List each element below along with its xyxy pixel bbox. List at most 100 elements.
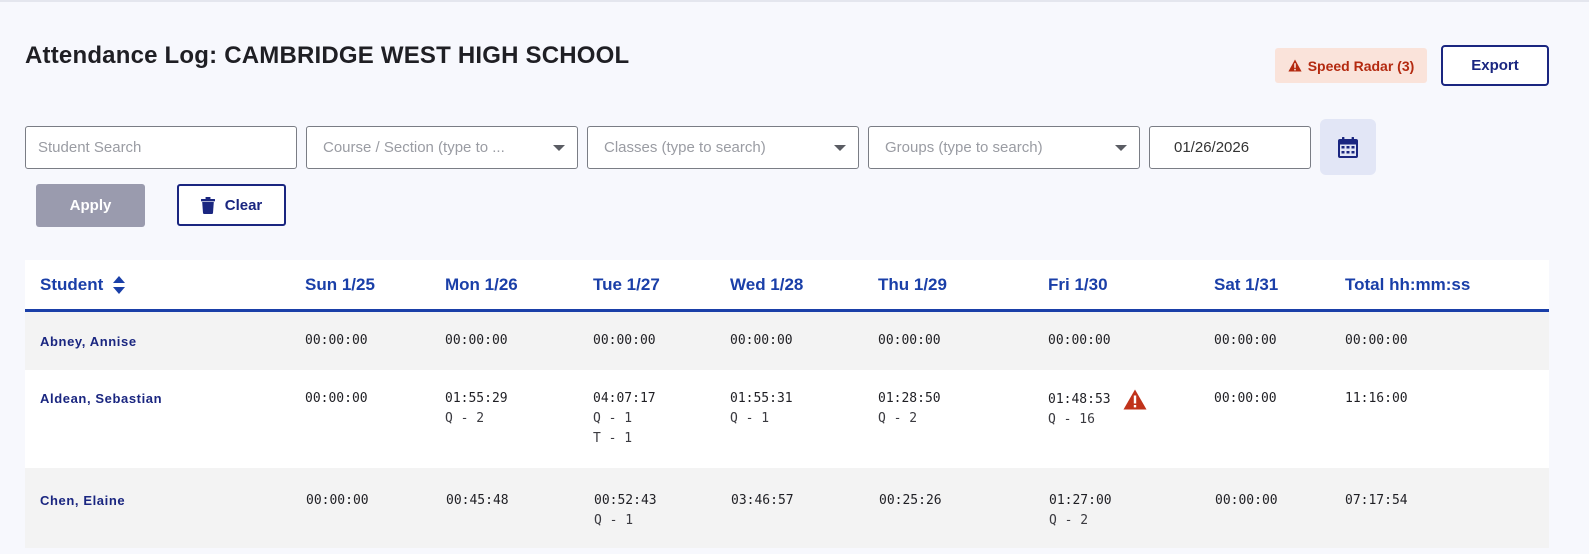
activity-count: Q - 1 — [730, 411, 770, 426]
column-header-fri: Fri 1/30 — [1048, 275, 1108, 294]
column-header-mon: Mon 1/26 — [445, 275, 518, 294]
time-cell: 01:27:00 Q - 2 — [1049, 491, 1112, 531]
time-cell: 00:00:00 — [1215, 491, 1278, 511]
time-value: 00:00:00 — [305, 333, 368, 348]
time-value: 00:45:48 — [446, 493, 509, 508]
time-cell: 00:00:00 — [593, 331, 656, 351]
table-row: Abney, Annise 00:00:00 00:00:00 00:00:00… — [25, 312, 1549, 370]
total-cell: 11:16:00 — [1345, 389, 1408, 409]
student-search-placeholder: Student Search — [38, 139, 142, 156]
total-cell: 07:17:54 — [1345, 491, 1408, 511]
clear-label: Clear — [224, 196, 263, 214]
activity-count: Q - 2 — [878, 411, 918, 426]
apply-button[interactable]: Apply — [36, 184, 145, 227]
activity-count: Q - 16 — [1048, 412, 1095, 427]
time-cell: 00:00:00 — [730, 331, 793, 351]
time-value: 00:52:43 — [594, 493, 657, 508]
student-search-input[interactable]: Student Search — [25, 126, 297, 169]
time-value: 00:00:00 — [730, 333, 793, 348]
time-value: 00:00:00 — [306, 493, 369, 508]
sort-icon — [113, 276, 126, 294]
time-value: 00:00:00 — [878, 333, 941, 348]
time-value: 01:28:50 — [878, 391, 941, 406]
time-cell: 01:28:50 Q - 2 — [878, 389, 941, 429]
time-cell: 03:46:57 — [731, 491, 794, 511]
time-cell: 01:55:31 Q - 1 — [730, 389, 793, 429]
speed-radar-badge[interactable]: Speed Radar (3) — [1275, 48, 1427, 83]
total-value: 11:16:00 — [1345, 391, 1408, 406]
chevron-down-icon — [834, 144, 846, 151]
student-name-link[interactable]: Aldean, Sebastian — [40, 391, 162, 406]
page-title: Attendance Log: CAMBRIDGE WEST HIGH SCHO… — [25, 42, 630, 69]
activity-count: Q - 2 — [1049, 513, 1089, 528]
chevron-down-icon — [1115, 144, 1127, 151]
calendar-button[interactable] — [1320, 119, 1376, 175]
time-cell: 00:25:26 — [879, 491, 942, 511]
time-cell: 00:00:00 — [878, 331, 941, 351]
date-input[interactable]: 01/26/2026 — [1149, 126, 1311, 169]
classes-select[interactable]: Classes (type to search) — [587, 126, 859, 169]
speed-radar-label: Speed Radar (3) — [1307, 57, 1415, 74]
activity-count: Q - 1 — [593, 411, 633, 426]
time-value: 01:48:53 — [1048, 392, 1111, 407]
time-value: 00:00:00 — [305, 391, 368, 406]
attendance-table: Student Sun 1/25 Mon 1/26 Tue 1/27 Wed 1… — [25, 260, 1549, 548]
student-name-link[interactable]: Abney, Annise — [40, 334, 137, 349]
time-value: 00:00:00 — [1048, 333, 1111, 348]
time-cell: 01:55:29 Q - 2 — [445, 389, 508, 429]
clear-button[interactable]: Clear — [177, 184, 286, 226]
column-header-wed: Wed 1/28 — [730, 275, 804, 294]
warning-icon — [1288, 59, 1302, 72]
column-header-sat: Sat 1/31 — [1214, 275, 1279, 294]
table-row: Chen, Elaine 00:00:00 00:45:48 00:52:43 … — [25, 468, 1549, 548]
column-header-total: Total hh:mm:ss — [1345, 275, 1471, 294]
activity-count: T - 1 — [593, 431, 633, 446]
top-divider — [0, 0, 1589, 2]
time-cell: 00:52:43 Q - 1 — [594, 491, 657, 531]
classes-placeholder: Classes (type to search) — [604, 139, 766, 156]
export-button[interactable]: Export — [1441, 45, 1549, 86]
time-cell: 00:00:00 — [1048, 331, 1111, 351]
course-section-placeholder: Course / Section (type to ... — [323, 139, 505, 156]
time-cell: 00:00:00 — [445, 331, 508, 351]
total-cell: 00:00:00 — [1345, 331, 1408, 351]
date-value: 01/26/2026 — [1174, 139, 1250, 156]
column-header-thu: Thu 1/29 — [878, 275, 947, 294]
column-header-sun: Sun 1/25 — [305, 275, 375, 294]
time-cell: 01:48:53 Q - 16 — [1048, 389, 1147, 430]
time-cell: 00:00:00 — [1214, 389, 1277, 409]
time-cell: 00:00:00 — [306, 491, 369, 511]
time-value: 00:00:00 — [1215, 493, 1278, 508]
time-value: 00:25:26 — [879, 493, 942, 508]
column-header-tue: Tue 1/27 — [593, 275, 660, 294]
time-cell: 00:00:00 — [305, 389, 368, 409]
time-cell: 00:00:00 — [1214, 331, 1277, 351]
time-cell: 04:07:17 Q - 1 T - 1 — [593, 389, 656, 449]
time-cell: 00:00:00 — [305, 331, 368, 351]
column-header-student[interactable]: Student — [40, 275, 126, 295]
time-value: 00:00:00 — [1214, 333, 1277, 348]
total-value: 07:17:54 — [1345, 493, 1408, 508]
time-cell: 00:45:48 — [446, 491, 509, 511]
table-header: Student Sun 1/25 Mon 1/26 Tue 1/27 Wed 1… — [25, 260, 1549, 312]
time-value: 04:07:17 — [593, 391, 656, 406]
time-value: 00:00:00 — [1214, 391, 1277, 406]
time-value: 03:46:57 — [731, 493, 794, 508]
course-section-select[interactable]: Course / Section (type to ... — [306, 126, 578, 169]
activity-count: Q - 2 — [445, 411, 485, 426]
groups-select[interactable]: Groups (type to search) — [868, 126, 1140, 169]
trash-icon — [200, 196, 215, 214]
time-value: 01:55:31 — [730, 391, 793, 406]
student-name-link[interactable]: Chen, Elaine — [40, 493, 125, 508]
column-header-label: Student — [40, 275, 104, 294]
activity-count: Q - 1 — [594, 513, 634, 528]
warning-icon[interactable] — [1123, 389, 1147, 410]
time-value: 00:00:00 — [593, 333, 656, 348]
calendar-icon — [1338, 136, 1358, 158]
time-value: 00:00:00 — [445, 333, 508, 348]
time-value: 01:27:00 — [1049, 493, 1112, 508]
chevron-down-icon — [553, 144, 565, 151]
groups-placeholder: Groups (type to search) — [885, 139, 1043, 156]
time-value: 01:55:29 — [445, 391, 508, 406]
table-row: Aldean, Sebastian 00:00:00 01:55:29 Q - … — [25, 370, 1549, 468]
